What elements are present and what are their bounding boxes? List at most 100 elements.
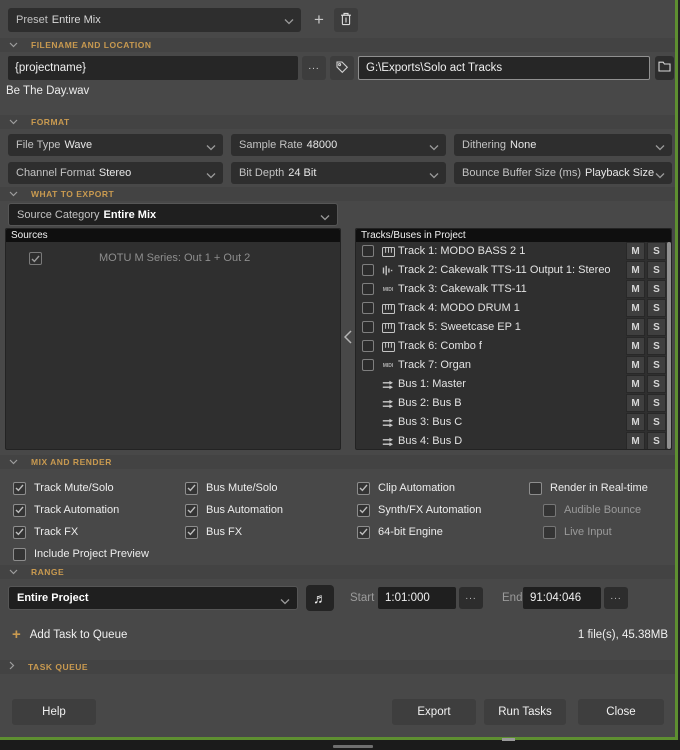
- end-time-input[interactable]: [523, 587, 601, 609]
- mix-render-option[interactable]: Render in Real-time: [529, 477, 648, 499]
- end-more-button[interactable]: ...: [604, 587, 628, 609]
- solo-button[interactable]: S: [647, 337, 666, 355]
- track-row[interactable]: Track 6: Combo fMS: [356, 337, 671, 356]
- mute-button[interactable]: M: [626, 242, 645, 260]
- mute-button[interactable]: M: [626, 413, 645, 431]
- start-time-input[interactable]: [378, 587, 456, 609]
- checkbox[interactable]: [357, 504, 370, 517]
- track-checkbox[interactable]: [362, 321, 374, 333]
- mix-render-option[interactable]: Track Mute/Solo: [13, 477, 149, 499]
- checkbox[interactable]: [13, 526, 26, 539]
- mix-render-option[interactable]: 64-bit Engine: [357, 521, 481, 543]
- track-row[interactable]: Track 2: Cakewalk TTS-11 Output 1: Stere…: [356, 261, 671, 280]
- filename-browse-button[interactable]: ...: [302, 56, 326, 80]
- mix-render-option[interactable]: Synth/FX Automation: [357, 499, 481, 521]
- checkbox[interactable]: [357, 526, 370, 539]
- mix-render-option[interactable]: Audible Bounce: [543, 499, 648, 521]
- bounce-buffer-dropdown[interactable]: Bounce Buffer Size (ms) Playback Size: [454, 162, 672, 184]
- collapse-sources-chevron[interactable]: [341, 327, 354, 347]
- checkbox[interactable]: [13, 504, 26, 517]
- mute-button[interactable]: M: [626, 337, 645, 355]
- add-preset-button[interactable]: +: [308, 8, 330, 32]
- section-mix-render-header[interactable]: MIX AND RENDER: [0, 455, 678, 469]
- solo-button[interactable]: S: [647, 356, 666, 374]
- add-task-to-queue-button[interactable]: + Add Task to Queue: [12, 626, 127, 643]
- mix-render-option[interactable]: Bus Automation: [185, 499, 283, 521]
- track-checkbox[interactable]: [362, 264, 374, 276]
- range-dropdown[interactable]: Entire Project: [8, 586, 298, 610]
- export-button[interactable]: Export: [392, 699, 476, 725]
- checkbox[interactable]: [13, 482, 26, 495]
- track-row[interactable]: Track 1: MODO BASS 2 1MS: [356, 242, 671, 261]
- close-button[interactable]: Close: [578, 699, 664, 725]
- bit-depth-dropdown[interactable]: Bit Depth 24 Bit: [231, 162, 446, 184]
- run-tasks-button[interactable]: Run Tasks: [484, 699, 566, 725]
- tracks-scrollbar[interactable]: [667, 242, 671, 449]
- section-task-queue-header[interactable]: TASK QUEUE: [0, 660, 678, 674]
- mix-render-option[interactable]: Bus Mute/Solo: [185, 477, 283, 499]
- background-scrollbar-thumb[interactable]: [333, 745, 373, 748]
- musical-time-button[interactable]: ♬: [306, 585, 334, 611]
- mute-button[interactable]: M: [626, 318, 645, 336]
- track-checkbox[interactable]: [362, 340, 374, 352]
- start-more-button[interactable]: ...: [459, 587, 483, 609]
- path-folder-button[interactable]: [655, 56, 674, 80]
- mix-render-option[interactable]: Track FX: [13, 521, 149, 543]
- track-row[interactable]: Bus 3: Bus CMS: [356, 413, 671, 432]
- section-format-header[interactable]: FORMAT: [0, 115, 678, 129]
- section-range-header[interactable]: RANGE: [0, 565, 678, 579]
- solo-button[interactable]: S: [647, 242, 666, 260]
- track-checkbox[interactable]: [362, 245, 374, 257]
- solo-button[interactable]: S: [647, 261, 666, 279]
- track-row[interactable]: MIDITrack 3: Cakewalk TTS-11MS: [356, 280, 671, 299]
- checkbox[interactable]: [185, 482, 198, 495]
- channel-format-dropdown[interactable]: Channel Format Stereo: [8, 162, 223, 184]
- checkbox[interactable]: [543, 526, 556, 539]
- source-category-dropdown[interactable]: Source Category Entire Mix: [8, 203, 338, 226]
- checkbox[interactable]: [357, 482, 370, 495]
- solo-button[interactable]: S: [647, 413, 666, 431]
- solo-button[interactable]: S: [647, 318, 666, 336]
- mix-render-option[interactable]: Clip Automation: [357, 477, 481, 499]
- track-row[interactable]: Bus 4: Bus DMS: [356, 432, 671, 449]
- solo-button[interactable]: S: [647, 299, 666, 317]
- help-button[interactable]: Help: [12, 699, 96, 725]
- dithering-dropdown[interactable]: Dithering None: [454, 134, 672, 156]
- track-row[interactable]: Bus 2: Bus BMS: [356, 394, 671, 413]
- solo-button[interactable]: S: [647, 375, 666, 393]
- mute-button[interactable]: M: [626, 432, 645, 449]
- source-item[interactable]: MOTU M Series: Out 1 + Out 2: [6, 242, 340, 264]
- solo-button[interactable]: S: [647, 432, 666, 449]
- mix-render-option[interactable]: Bus FX: [185, 521, 283, 543]
- checkbox[interactable]: [529, 482, 542, 495]
- checkbox[interactable]: [543, 504, 556, 517]
- filename-tags-button[interactable]: [330, 56, 354, 80]
- mix-render-option[interactable]: Live Input: [543, 521, 648, 543]
- solo-button[interactable]: S: [647, 394, 666, 412]
- export-path-input[interactable]: [358, 56, 650, 80]
- mix-render-option[interactable]: Track Automation: [13, 499, 149, 521]
- mute-button[interactable]: M: [626, 375, 645, 393]
- track-checkbox[interactable]: [362, 283, 374, 295]
- mute-button[interactable]: M: [626, 261, 645, 279]
- track-checkbox[interactable]: [362, 359, 374, 371]
- file-type-dropdown[interactable]: File Type Wave: [8, 134, 223, 156]
- track-row[interactable]: Bus 1: MasterMS: [356, 375, 671, 394]
- mute-button[interactable]: M: [626, 394, 645, 412]
- track-row[interactable]: MIDITrack 7: OrganMS: [356, 356, 671, 375]
- mute-button[interactable]: M: [626, 280, 645, 298]
- checkbox[interactable]: [185, 504, 198, 517]
- sample-rate-dropdown[interactable]: Sample Rate 48000: [231, 134, 446, 156]
- track-row[interactable]: Track 5: Sweetcase EP 1MS: [356, 318, 671, 337]
- mute-button[interactable]: M: [626, 299, 645, 317]
- mute-button[interactable]: M: [626, 356, 645, 374]
- section-filename-header[interactable]: FILENAME AND LOCATION: [0, 38, 678, 52]
- source-checkbox[interactable]: [29, 252, 42, 265]
- mix-render-option[interactable]: Include Project Preview: [13, 543, 149, 565]
- delete-preset-button[interactable]: [334, 8, 358, 32]
- checkbox[interactable]: [13, 548, 26, 561]
- track-row[interactable]: Track 4: MODO DRUM 1MS: [356, 299, 671, 318]
- section-what-to-export-header[interactable]: WHAT TO EXPORT: [0, 187, 678, 201]
- preset-dropdown[interactable]: Preset Entire Mix: [8, 8, 301, 32]
- checkbox[interactable]: [185, 526, 198, 539]
